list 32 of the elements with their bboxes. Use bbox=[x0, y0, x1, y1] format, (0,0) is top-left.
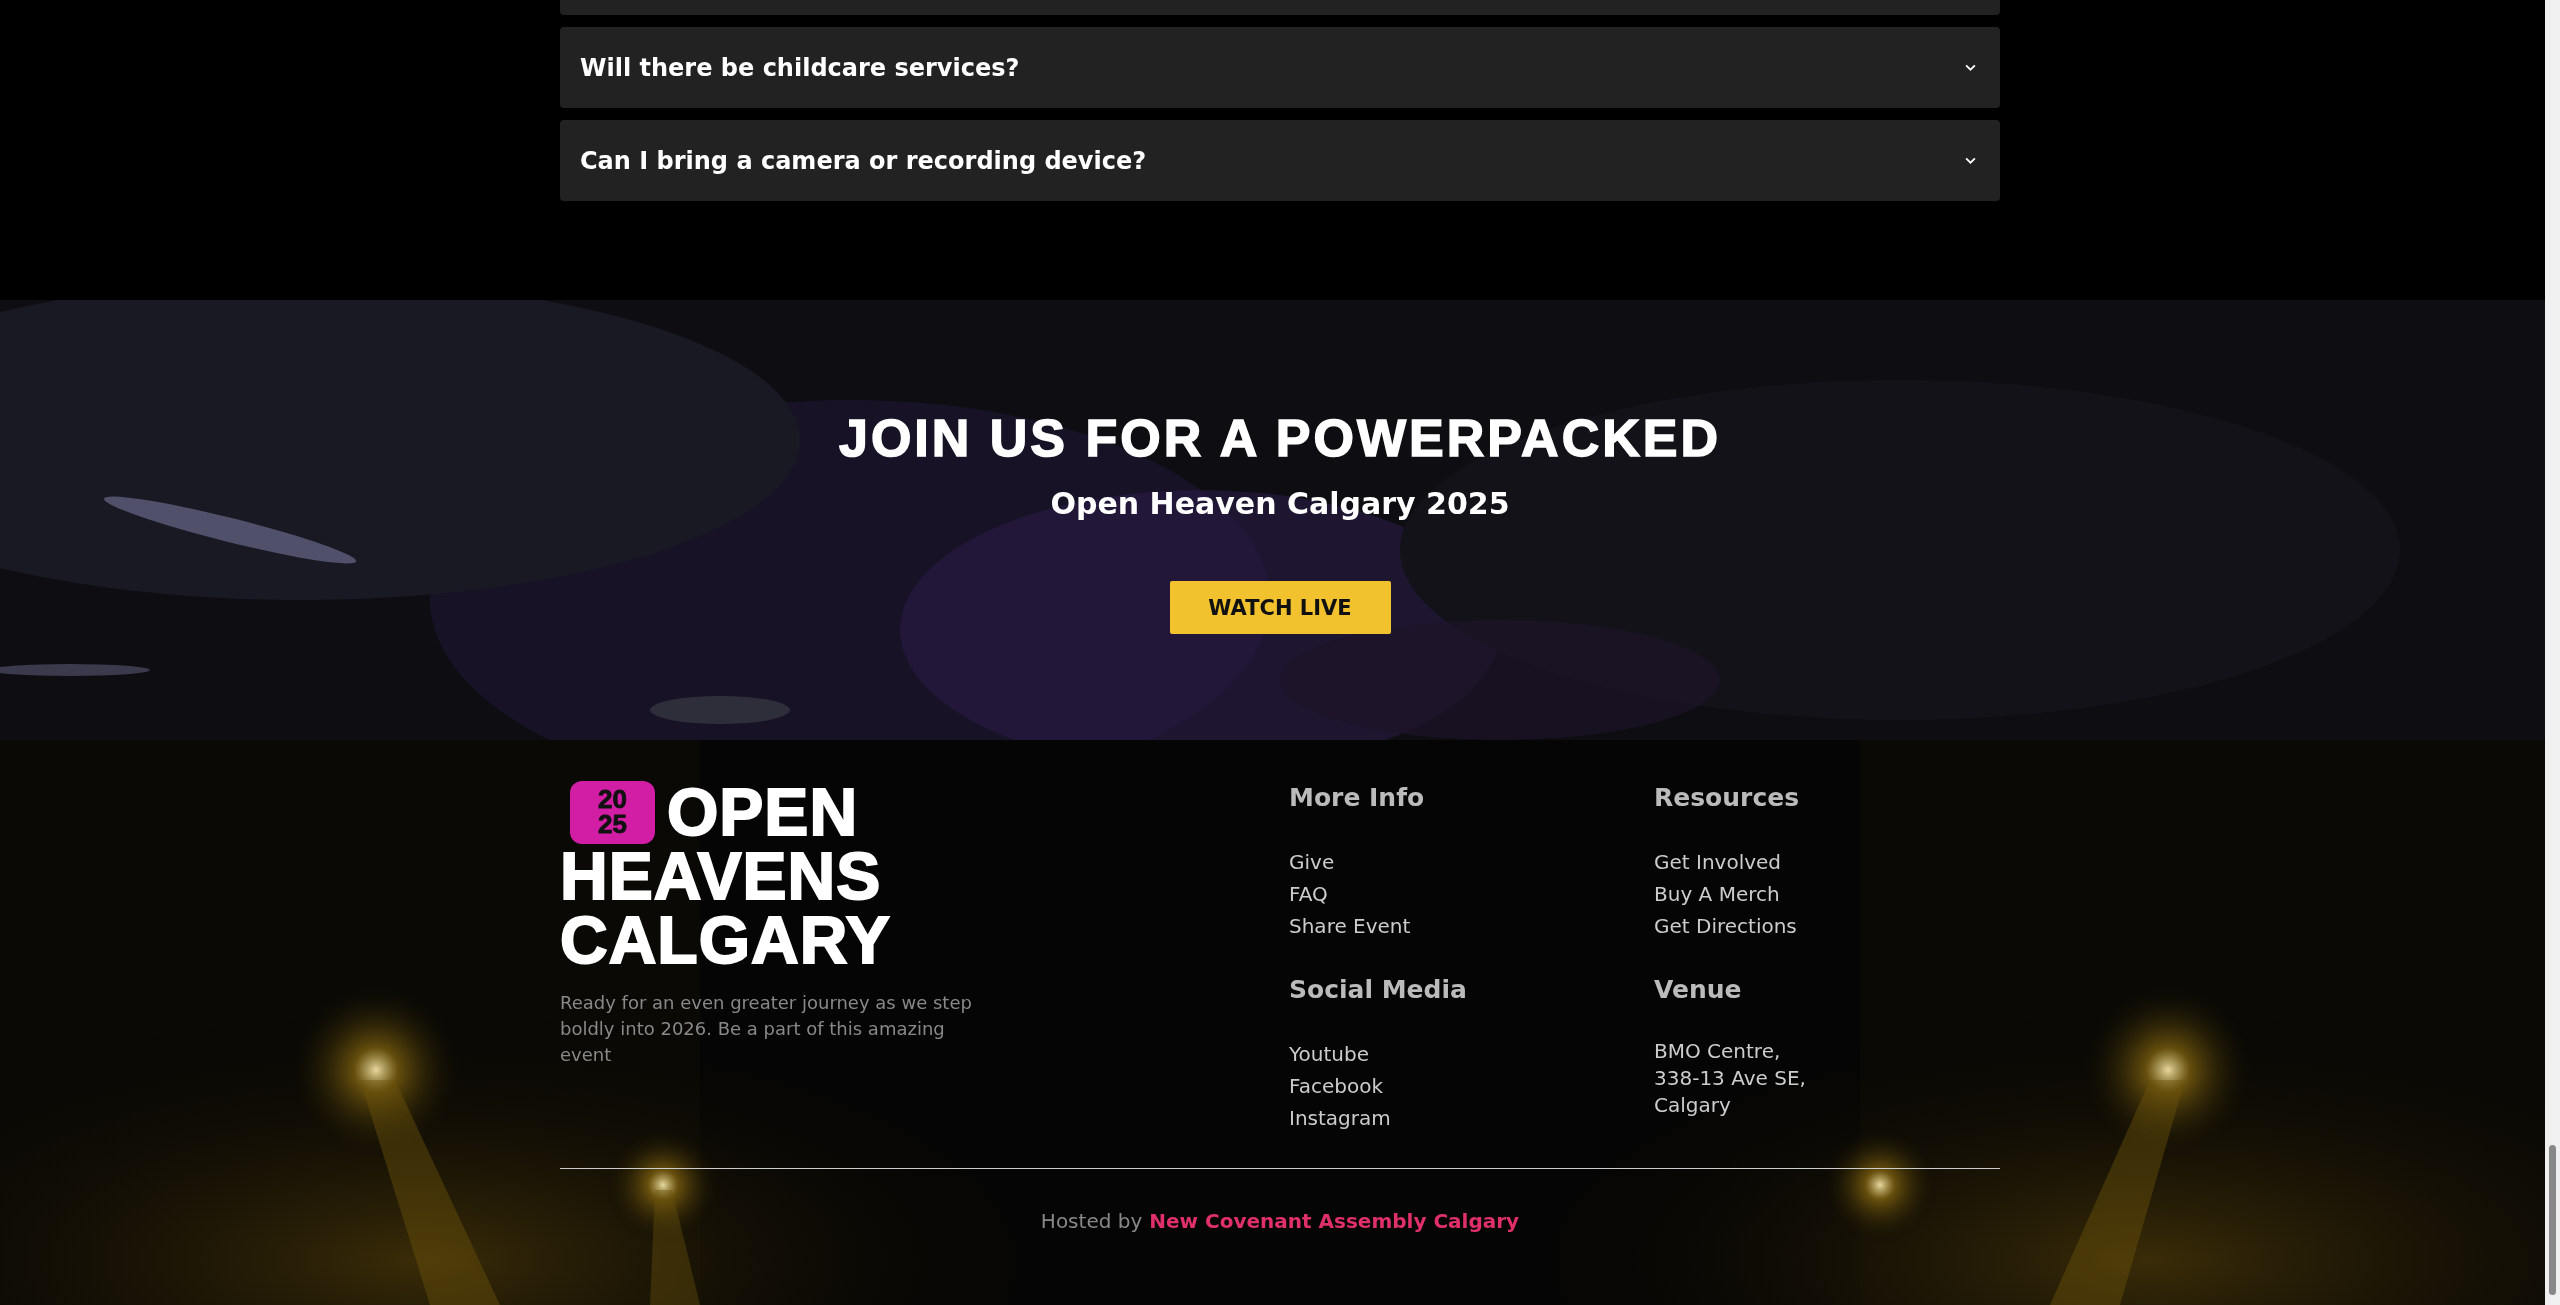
host-link[interactable]: New Covenant Assembly Calgary bbox=[1149, 1209, 1520, 1233]
banner-heading: JOIN US FOR A POWERPACKED bbox=[839, 412, 1721, 464]
watch-live-button[interactable]: WATCH LIVE bbox=[1169, 581, 1391, 634]
banner-subheading: Open Heaven Calgary 2025 bbox=[1050, 486, 1510, 521]
column-heading: Resources bbox=[1654, 782, 1800, 814]
logo-text: CALGARY bbox=[560, 908, 891, 972]
column-heading: Venue bbox=[1654, 974, 1742, 1006]
hosted-label: Hosted by bbox=[1040, 1209, 1143, 1233]
footer-link[interactable]: Buy A Merch bbox=[1654, 878, 1780, 910]
faq-question[interactable]: Can I bring a camera or recording device? bbox=[560, 120, 2000, 201]
faq-question[interactable]: Will there be childcare services? bbox=[560, 27, 2000, 108]
column-heading: Social Media bbox=[1289, 974, 1467, 1006]
address-line: BMO Centre, bbox=[1654, 1038, 1781, 1065]
footer-link[interactable]: Get Directions bbox=[1654, 910, 1797, 942]
footer-link[interactable]: Give bbox=[1289, 846, 1335, 878]
footer-link[interactable]: FAQ bbox=[1289, 878, 1328, 910]
footer-link[interactable]: Facebook bbox=[1289, 1070, 1383, 1102]
chevron-icon bbox=[1965, 64, 1976, 71]
address-line: Calgary bbox=[1654, 1092, 1731, 1119]
logo-text: HEAVENS bbox=[560, 844, 882, 908]
footer-link[interactable]: Get Involved bbox=[1654, 846, 1782, 878]
chevron-icon bbox=[1965, 157, 1976, 164]
footer-link[interactable]: Youtube bbox=[1289, 1038, 1369, 1070]
footer-description: Ready for an even greater journey as we step boldly into 2026. Be a part of this amazing event bbox=[560, 991, 973, 1067]
column-heading: More Info bbox=[1289, 782, 1425, 814]
scrollbar[interactable] bbox=[2545, 0, 2560, 1305]
address-line: 338-13 Ave SE, bbox=[1654, 1065, 1806, 1092]
year-badge: 20 25 bbox=[570, 780, 655, 844]
footer-link[interactable]: Share Event bbox=[1289, 910, 1411, 942]
logo[interactable]: 20 25 OPEN HEAVENS CALGARY bbox=[560, 780, 891, 972]
footer-link[interactable]: Instagram bbox=[1289, 1102, 1391, 1134]
logo-text: OPEN bbox=[667, 780, 859, 844]
